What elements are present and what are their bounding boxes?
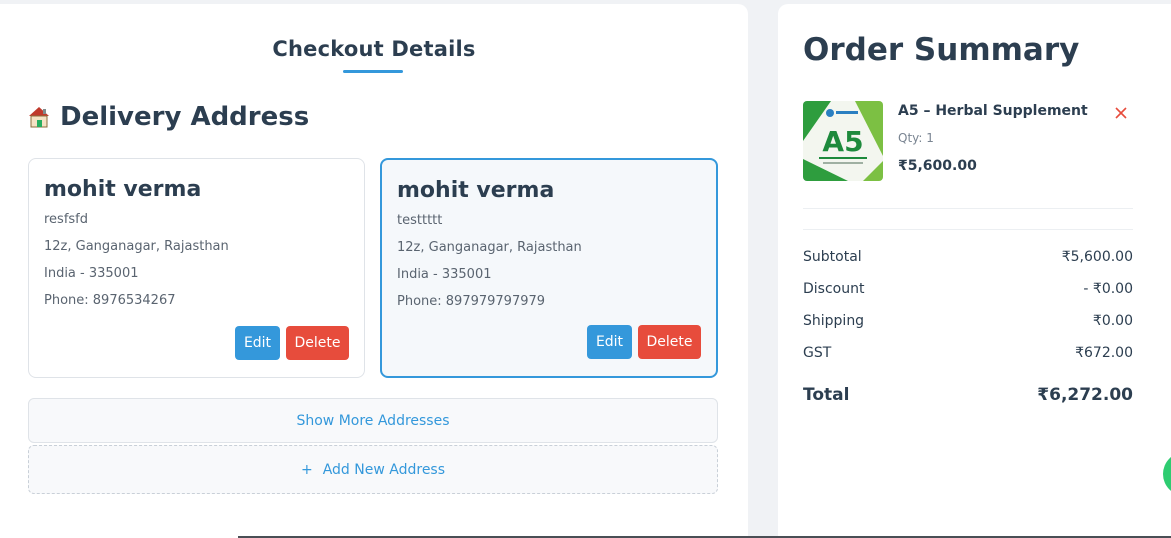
subtotal-row: Subtotal ₹5,600.00 <box>803 249 1133 265</box>
section-heading: Delivery Address <box>60 102 310 132</box>
discount-label: Discount <box>803 281 865 297</box>
delete-button[interactable]: Delete <box>286 326 349 360</box>
address-line1: resfsfd <box>44 212 89 227</box>
discount-row: Discount - ₹0.00 <box>803 281 1133 297</box>
close-icon[interactable] <box>1112 104 1130 122</box>
divider <box>803 208 1133 209</box>
order-summary-panel: Order Summary A5 A5 – Herbal Supplement … <box>778 4 1171 538</box>
address-name: mohit verma <box>44 177 202 202</box>
subtotal-value: ₹5,600.00 <box>1061 249 1133 265</box>
address-card-selected[interactable]: mohit verma testtttt 12z, Ganganagar, Ra… <box>380 158 718 378</box>
title-underline <box>343 70 403 73</box>
order-summary-title: Order Summary <box>803 32 1080 68</box>
address-line3: India - 335001 <box>397 267 492 282</box>
total-value: ₹6,272.00 <box>1037 385 1133 405</box>
product-name: A5 – Herbal Supplement <box>898 103 1088 119</box>
address-card[interactable]: mohit verma resfsfd 12z, Ganganagar, Raj… <box>28 158 365 378</box>
address-line2: 12z, Ganganagar, Rajasthan <box>44 239 229 254</box>
shipping-value: ₹0.00 <box>1092 313 1133 329</box>
delivery-address-heading: Delivery Address <box>28 102 309 132</box>
total-label: Total <box>803 385 850 405</box>
divider <box>803 229 1133 230</box>
product-price: ₹5,600.00 <box>898 158 977 174</box>
delete-button[interactable]: Delete <box>638 325 701 359</box>
gst-value: ₹672.00 <box>1075 345 1133 361</box>
address-line1: testtttt <box>397 213 443 228</box>
checkout-panel: Checkout Details Delivery Address mohit … <box>0 4 748 538</box>
gst-label: GST <box>803 345 832 361</box>
address-phone: Phone: 8976534267 <box>44 293 176 308</box>
discount-value: - ₹0.00 <box>1083 281 1133 297</box>
add-new-address-button[interactable]: + Add New Address <box>28 445 718 494</box>
address-line2: 12z, Ganganagar, Rajasthan <box>397 240 582 255</box>
home-icon <box>28 105 50 129</box>
address-line3: India - 335001 <box>44 266 139 281</box>
address-name: mohit verma <box>397 178 555 203</box>
total-row: Total ₹6,272.00 <box>803 385 1133 405</box>
product-image-text: A5 <box>822 125 863 158</box>
product-image: A5 <box>803 101 883 181</box>
edit-button[interactable]: Edit <box>235 326 280 360</box>
card-actions: Edit Delete <box>235 326 349 360</box>
edit-button[interactable]: Edit <box>587 325 632 359</box>
shipping-label: Shipping <box>803 313 865 329</box>
product-qty: Qty: 1 <box>898 131 934 145</box>
address-phone: Phone: 897979797979 <box>397 294 546 309</box>
plus-icon: + <box>300 461 313 478</box>
add-new-address-label: Add New Address <box>322 461 446 478</box>
subtotal-label: Subtotal <box>803 249 862 265</box>
shipping-row: Shipping ₹0.00 <box>803 313 1133 329</box>
page-title: Checkout Details <box>272 37 476 61</box>
card-actions: Edit Delete <box>587 325 701 359</box>
show-more-addresses-button[interactable]: Show More Addresses <box>28 398 718 443</box>
gst-row: GST ₹672.00 <box>803 345 1133 361</box>
